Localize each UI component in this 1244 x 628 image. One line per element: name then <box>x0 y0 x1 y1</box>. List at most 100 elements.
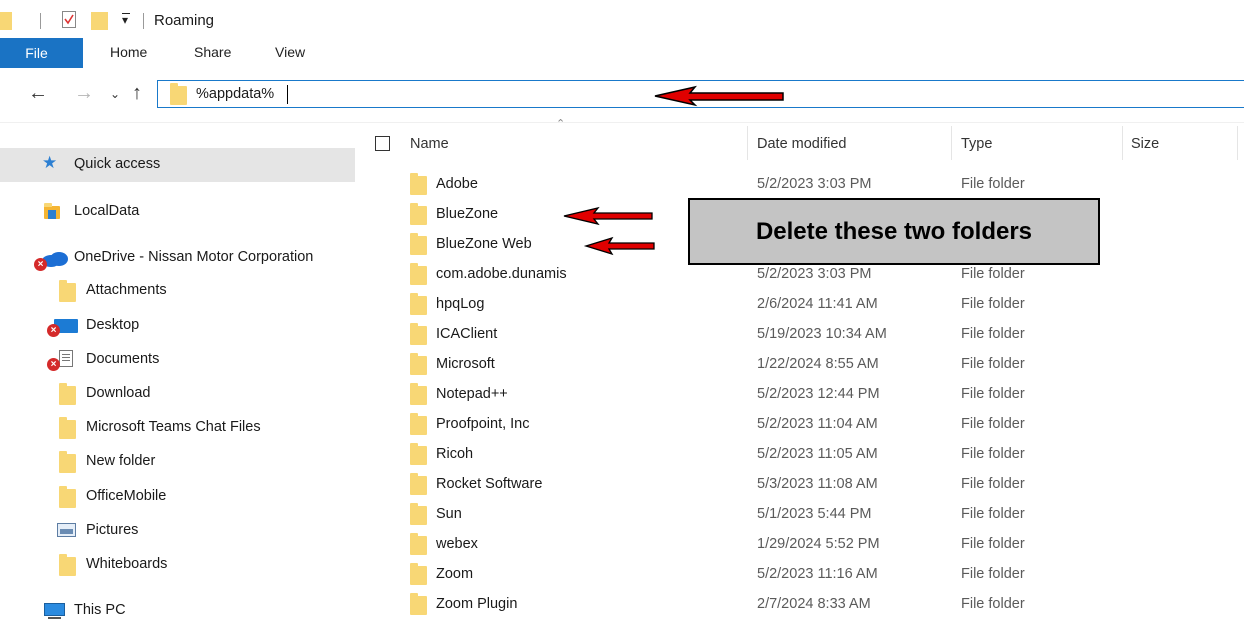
sidebar-item-whiteboards[interactable]: Whiteboards <box>0 548 355 582</box>
folder-icon <box>410 533 427 555</box>
folder-icon <box>59 280 76 302</box>
sidebar-item-new-folder[interactable]: New folder <box>0 445 355 479</box>
folder-icon <box>0 12 12 30</box>
sidebar-item-label: Download <box>86 385 151 401</box>
file-type: File folder <box>961 326 1025 342</box>
divider <box>0 122 1244 123</box>
file-name: Ricoh <box>436 446 474 462</box>
back-button[interactable]: ← <box>28 82 48 105</box>
tab-share[interactable]: Share <box>194 44 231 60</box>
file-name: Notepad++ <box>436 386 508 402</box>
folder-icon <box>59 554 76 576</box>
file-type: File folder <box>961 506 1025 522</box>
sidebar-item-label: Whiteboards <box>86 556 168 572</box>
file-date: 2/6/2024 11:41 AM <box>757 296 878 312</box>
sidebar-item-onedrive[interactable]: × OneDrive - Nissan Motor Corporation <box>0 241 355 275</box>
sidebar-item-this-pc[interactable]: This PC <box>0 594 355 628</box>
column-header-date[interactable]: Date modified <box>757 136 846 152</box>
tab-home[interactable]: Home <box>110 44 147 60</box>
sidebar-item-label: OneDrive - Nissan Motor Corporation <box>74 249 314 265</box>
folder-icon <box>410 413 427 435</box>
sidebar-item-download[interactable]: Download <box>0 377 355 411</box>
separator <box>143 13 144 29</box>
sidebar-item-attachments[interactable]: Attachments <box>0 274 355 308</box>
sort-up-icon: ⌃ <box>556 118 566 130</box>
file-date: 1/22/2024 8:55 AM <box>757 356 879 372</box>
red-arrow-address <box>654 85 784 107</box>
folder-icon <box>410 473 427 495</box>
sidebar-item-label: Pictures <box>86 522 139 538</box>
file-type: File folder <box>961 176 1025 192</box>
sidebar-item-label: Microsoft Teams Chat Files <box>86 419 261 435</box>
file-type: File folder <box>961 356 1025 372</box>
customize-bar-icon <box>122 13 130 14</box>
sidebar-item-quick-access[interactable]: ★ Quick access <box>0 148 355 182</box>
sidebar-item-label: Attachments <box>86 282 167 298</box>
folder-icon <box>410 293 427 315</box>
annotation-callout: Delete these two folders <box>688 198 1100 265</box>
file-date: 5/2/2023 3:03 PM <box>757 266 872 282</box>
sync-error-icon: × <box>47 358 60 371</box>
folder-icon <box>410 443 427 465</box>
sidebar-item-teams-chat-files[interactable]: Microsoft Teams Chat Files <box>0 411 355 445</box>
folder-icon <box>410 503 427 525</box>
file-type: File folder <box>961 536 1025 552</box>
column-header-type[interactable]: Type <box>961 136 992 152</box>
sidebar-item-pictures[interactable]: Pictures <box>0 514 355 548</box>
sync-error-icon: × <box>47 324 60 337</box>
file-type: File folder <box>961 416 1025 432</box>
column-divider[interactable] <box>951 126 952 160</box>
file-name: BlueZone Web <box>436 236 532 252</box>
folder-bar-icon <box>48 210 56 219</box>
customize-quick-access-icon[interactable]: ▾ <box>122 13 128 27</box>
file-type: File folder <box>961 296 1025 312</box>
folder-icon <box>410 563 427 585</box>
file-date: 5/2/2023 11:04 AM <box>757 416 878 432</box>
column-header-size[interactable]: Size <box>1131 136 1159 152</box>
file-name: Adobe <box>436 176 478 192</box>
up-button[interactable]: ↑ <box>132 82 142 105</box>
column-header-name[interactable]: Name <box>410 136 449 152</box>
file-date: 2/7/2024 8:33 AM <box>757 596 871 612</box>
folder-icon <box>59 451 76 473</box>
file-name: hpqLog <box>436 296 485 312</box>
new-folder-icon[interactable] <box>91 12 108 30</box>
folder-icon <box>59 417 76 439</box>
file-name: Microsoft <box>436 356 495 372</box>
tab-view[interactable]: View <box>275 44 305 60</box>
sync-error-icon: × <box>34 258 47 271</box>
select-all-checkbox[interactable] <box>375 136 390 151</box>
file-type: File folder <box>961 476 1025 492</box>
column-divider[interactable] <box>1122 126 1123 160</box>
file-name: Zoom Plugin <box>436 596 518 612</box>
file-name: BlueZone <box>436 206 499 222</box>
folder-icon <box>410 233 427 255</box>
file-date: 5/2/2023 3:03 PM <box>757 176 872 192</box>
file-date: 5/19/2023 10:34 AM <box>757 326 887 342</box>
folder-icon <box>170 83 187 105</box>
address-input[interactable]: %appdata% <box>196 86 274 102</box>
sidebar-item-documents[interactable]: × Documents <box>0 343 355 377</box>
recent-locations-button[interactable]: ⌄ <box>110 87 120 101</box>
file-name: Proofpoint, Inc <box>436 416 530 432</box>
file-date: 5/1/2023 5:44 PM <box>757 506 872 522</box>
column-divider[interactable] <box>1237 126 1238 160</box>
sidebar-item-label: Documents <box>86 351 160 367</box>
pictures-icon <box>57 523 76 537</box>
separator <box>40 13 41 29</box>
sidebar-item-label: Desktop <box>86 317 140 333</box>
sidebar-item-label: LocalData <box>74 203 140 219</box>
sidebar-item-localdata[interactable]: LocalData <box>0 195 355 229</box>
file-name: Sun <box>436 506 462 522</box>
folder-icon <box>410 263 427 285</box>
folder-icon <box>410 593 427 615</box>
file-date: 1/29/2024 5:52 PM <box>757 536 880 552</box>
text-cursor <box>287 85 288 104</box>
properties-icon[interactable] <box>62 11 76 28</box>
sidebar-item-officemobile[interactable]: OfficeMobile <box>0 480 355 514</box>
sidebar-item-desktop[interactable]: × Desktop <box>0 309 355 343</box>
column-divider[interactable] <box>747 126 748 160</box>
tab-file[interactable]: File <box>0 38 83 68</box>
file-date: 5/3/2023 11:08 AM <box>757 476 878 492</box>
forward-button[interactable]: → <box>74 82 94 105</box>
